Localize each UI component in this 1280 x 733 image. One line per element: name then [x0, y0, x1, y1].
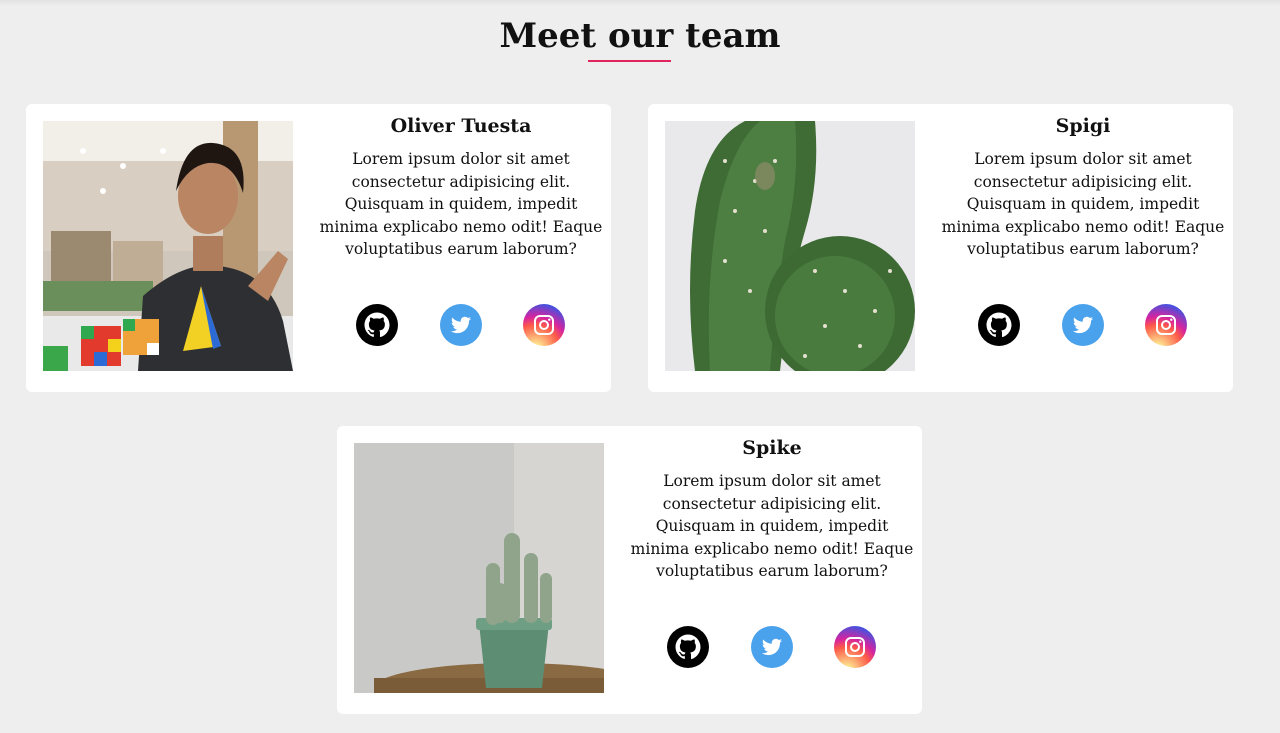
instagram-icon: [534, 315, 554, 335]
github-icon: [364, 312, 390, 338]
social-links: [311, 304, 611, 346]
cactus-photo: [665, 121, 915, 371]
github-icon: [675, 634, 701, 660]
team-card-spike: Spike Lorem ipsum dolor sit amet consect…: [337, 426, 922, 714]
twitter-link[interactable]: [440, 304, 482, 346]
twitter-icon: [450, 316, 472, 334]
github-icon: [986, 312, 1012, 338]
top-shadow: [0, 0, 1280, 6]
instagram-icon: [845, 637, 865, 657]
instagram-icon: [1156, 315, 1176, 335]
twitter-link[interactable]: [1062, 304, 1104, 346]
potted-cactus-photo: [354, 443, 604, 693]
member-description: Lorem ipsum dolor sit amet consectetur a…: [941, 150, 1225, 258]
member-info: Spigi Lorem ipsum dolor sit amet consect…: [933, 112, 1233, 261]
member-info: Spike Lorem ipsum dolor sit amet consect…: [622, 434, 922, 583]
instagram-link[interactable]: [523, 304, 565, 346]
instagram-link[interactable]: [834, 626, 876, 668]
member-info: Oliver Tuesta Lorem ipsum dolor sit amet…: [311, 112, 611, 261]
team-card-spigi: Spigi Lorem ipsum dolor sit amet consect…: [648, 104, 1233, 392]
instagram-link[interactable]: [1145, 304, 1187, 346]
twitter-icon: [761, 638, 783, 656]
social-links: [933, 304, 1233, 346]
member-name: Spike: [742, 437, 802, 459]
member-description: Lorem ipsum dolor sit amet consectetur a…: [319, 150, 603, 258]
page-title: Meet our team: [499, 16, 781, 56]
person-photo: [43, 121, 293, 371]
twitter-icon: [1072, 316, 1094, 334]
member-name: Spigi: [1055, 115, 1111, 137]
github-link[interactable]: [667, 626, 709, 668]
team-card-oliver: Oliver Tuesta Lorem ipsum dolor sit amet…: [26, 104, 611, 392]
member-description: Lorem ipsum dolor sit amet consectetur a…: [630, 472, 914, 580]
social-links: [622, 626, 922, 668]
twitter-link[interactable]: [751, 626, 793, 668]
title-underline: [588, 60, 671, 62]
member-name: Oliver Tuesta: [390, 115, 532, 137]
github-link[interactable]: [978, 304, 1020, 346]
github-link[interactable]: [356, 304, 398, 346]
